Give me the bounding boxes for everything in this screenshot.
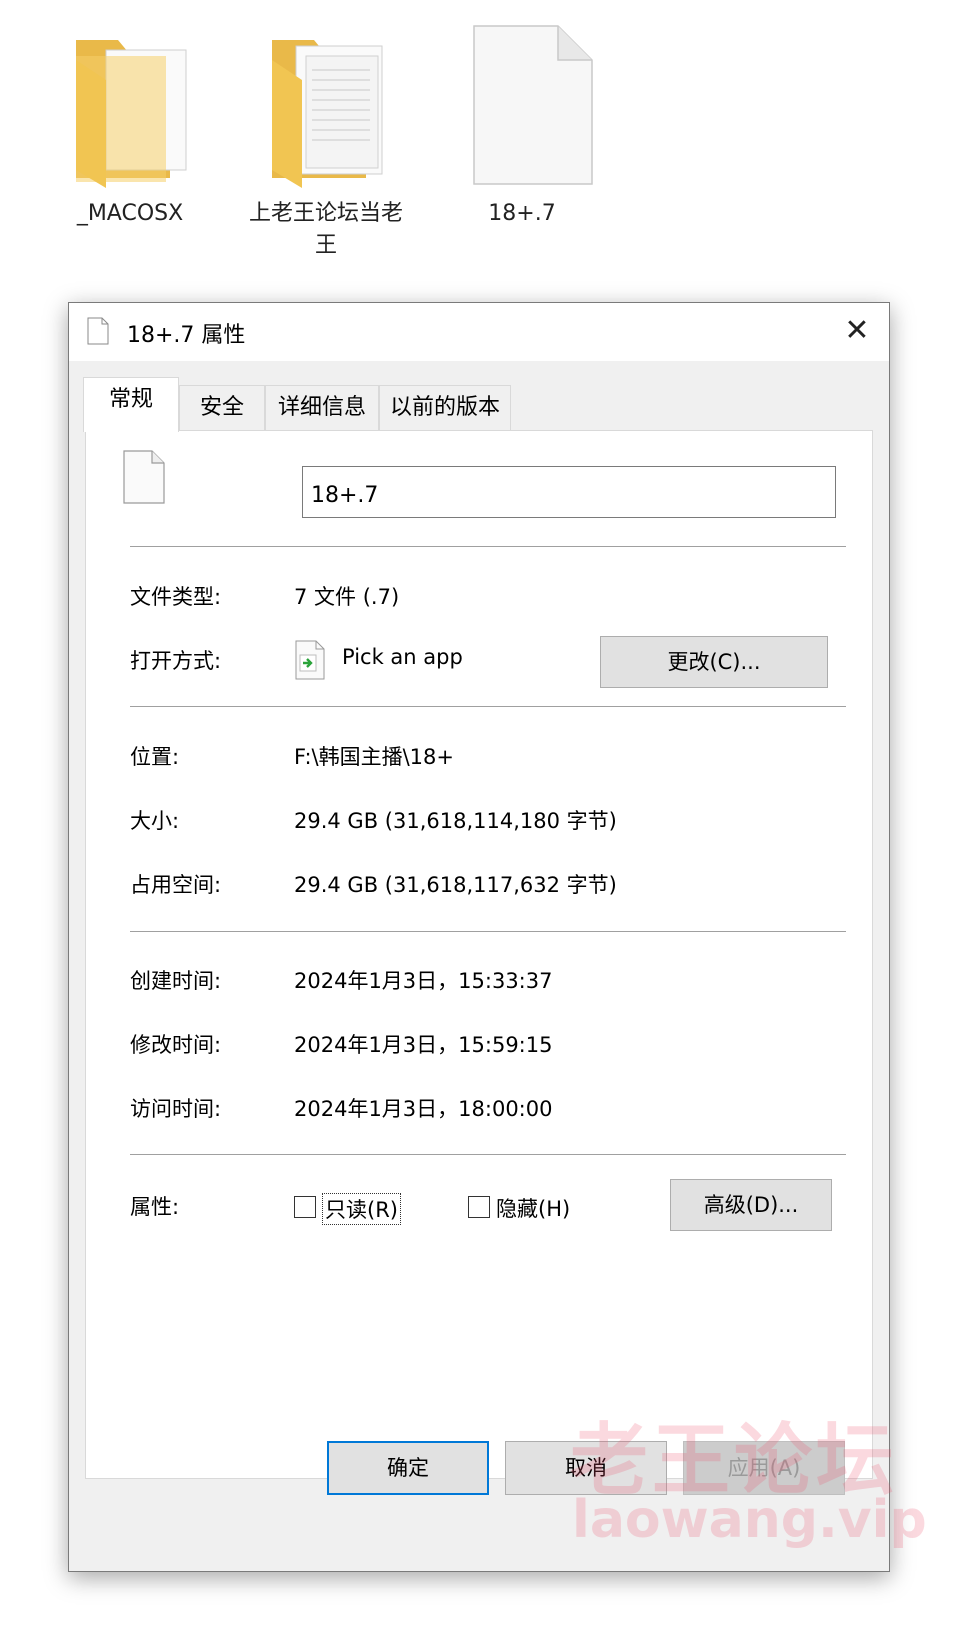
attributes-label: 属性: (130, 1195, 180, 1219)
separator (130, 1154, 846, 1155)
tab-security[interactable]: 安全 (179, 385, 265, 430)
file-icon (123, 450, 165, 504)
desktop-item-file-18-7[interactable]: 18+.7 (432, 20, 612, 250)
properties-dialog: 18+.7 属性 ✕ 常规 安全 详细信息 以前的版本 常规 文件类型: 7 文… (68, 302, 890, 1572)
open-with-app-icon (295, 640, 325, 680)
desktop-item-label: 上老王论坛当老王 (248, 201, 403, 258)
modified-label: 修改时间: (130, 1033, 222, 1057)
hidden-label[interactable]: 隐藏(H) (496, 1193, 570, 1223)
ok-button[interactable]: 确定 (327, 1441, 489, 1495)
tab-general-active[interactable]: 常规 (83, 377, 179, 432)
created-value: 2024年1月3日，15:33:37 (294, 969, 553, 993)
general-tab-panel: 文件类型: 7 文件 (.7) 打开方式: Pick an app 更改(C).… (85, 430, 873, 1479)
change-button[interactable]: 更改(C)... (600, 636, 828, 688)
hidden-checkbox[interactable] (468, 1196, 490, 1218)
desktop-item-laowang-folder[interactable]: 上老王论坛当老王 (236, 20, 416, 270)
location-value: F:\韩国主播\18+ (294, 745, 454, 769)
folder-icon (76, 40, 187, 188)
advanced-button[interactable]: 高级(D)... (670, 1179, 832, 1231)
title-bar[interactable]: 18+.7 属性 ✕ (69, 303, 889, 361)
size-on-disk-value: 29.4 GB (31,618,117,632 字节) (294, 873, 617, 897)
file-type-label: 文件类型: (130, 585, 222, 609)
size-value: 29.4 GB (31,618,114,180 字节) (294, 809, 617, 833)
accessed-label: 访问时间: (130, 1097, 222, 1121)
file-icon (87, 317, 109, 345)
desktop-item-label: 18+.7 (488, 201, 556, 226)
file-icon (473, 25, 593, 185)
location-label: 位置: (130, 745, 180, 769)
separator (130, 931, 846, 932)
readonly-label[interactable]: 只读(R) (322, 1193, 401, 1225)
created-label: 创建时间: (130, 969, 222, 993)
folder-icon (272, 40, 383, 188)
open-with-value: Pick an app (342, 645, 463, 669)
size-label: 大小: (130, 809, 180, 833)
accessed-value: 2024年1月3日，18:00:00 (294, 1097, 553, 1121)
file-type-value: 7 文件 (.7) (294, 585, 400, 609)
tab-previous-versions[interactable]: 以前的版本 (379, 385, 511, 430)
size-on-disk-label: 占用空间: (130, 873, 222, 897)
readonly-checkbox[interactable] (294, 1196, 316, 1218)
tab-details[interactable]: 详细信息 (265, 385, 379, 430)
open-with-label: 打开方式: (130, 649, 222, 673)
separator (130, 706, 846, 707)
modified-value: 2024年1月3日，15:59:15 (294, 1033, 553, 1057)
separator (130, 546, 846, 547)
dialog-title: 18+.7 属性 (127, 323, 246, 348)
file-name-input[interactable] (302, 466, 836, 518)
close-icon: ✕ (844, 313, 870, 348)
close-button[interactable]: ✕ (835, 311, 879, 351)
desktop-item-macosx[interactable]: _MACOSX (40, 20, 220, 260)
watermark-url: laowang.vip (572, 1490, 927, 1550)
desktop-item-label: _MACOSX (76, 201, 184, 226)
